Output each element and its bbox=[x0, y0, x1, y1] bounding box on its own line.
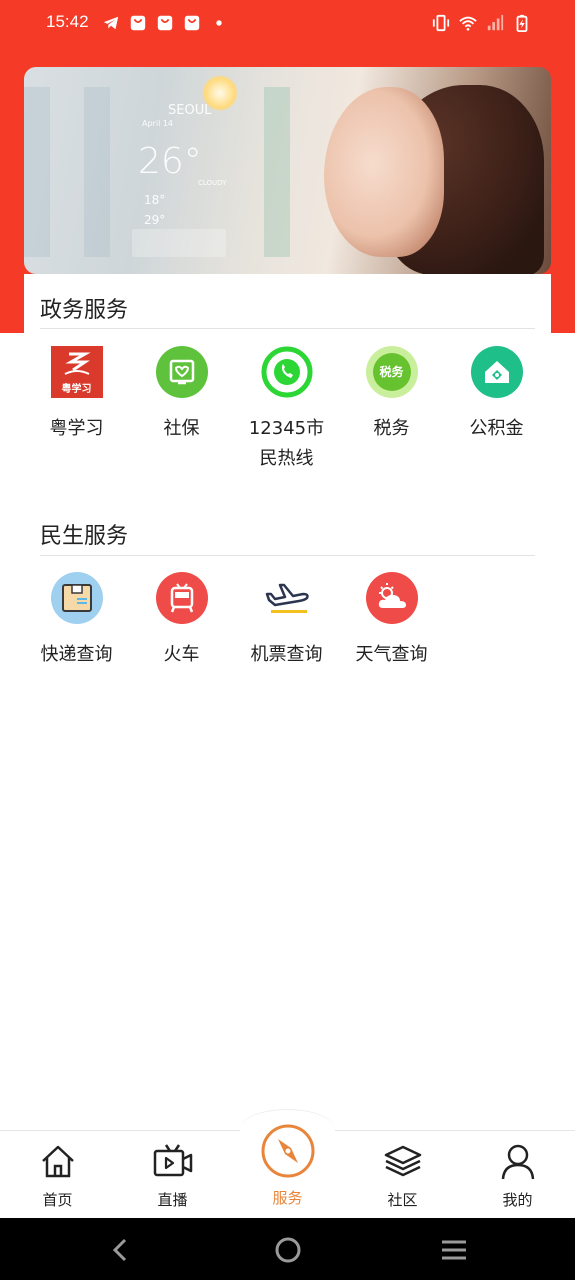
nav-live[interactable]: 直播 bbox=[115, 1131, 230, 1219]
life-services-section: 民生服务 快递查询 火车 机票查询 天气查询 bbox=[24, 508, 551, 678]
system-nav-bar bbox=[0, 1218, 575, 1280]
tax-icon-text: 税务 bbox=[379, 365, 404, 379]
service-hotline[interactable]: 12345市民热线 bbox=[234, 346, 339, 474]
section-title: 民生服务 bbox=[40, 524, 129, 549]
train-icon bbox=[155, 572, 208, 624]
home-icon bbox=[42, 1145, 74, 1178]
nav-label: 直播 bbox=[157, 1191, 188, 1209]
status-time: 15:42 bbox=[46, 12, 89, 31]
status-bar: 15:42 bbox=[0, 0, 575, 48]
nav-services[interactable]: 服务 bbox=[230, 1124, 345, 1219]
service-express[interactable]: 快递查询 bbox=[24, 572, 129, 670]
live-tv-icon bbox=[153, 1144, 193, 1177]
service-label: 12345市民热线 bbox=[248, 418, 325, 469]
battery-charging-icon bbox=[516, 14, 528, 32]
banner-face bbox=[324, 87, 444, 257]
back-icon[interactable] bbox=[106, 1236, 134, 1264]
bag-icon bbox=[157, 15, 173, 31]
nav-label: 我的 bbox=[502, 1191, 533, 1209]
section-title: 政务服务 bbox=[40, 298, 129, 323]
tax-icon: 税务 bbox=[365, 346, 418, 398]
weather-overlay: SEOUL April 14 26° CLOUDY 18° 29° bbox=[132, 97, 232, 257]
service-label: 天气查询 bbox=[355, 644, 428, 665]
yue-study-icon-text: 粤学习 bbox=[61, 384, 92, 395]
service-train[interactable]: 火车 bbox=[129, 572, 234, 670]
menu-icon[interactable] bbox=[440, 1236, 468, 1264]
wifi-icon bbox=[459, 16, 477, 31]
nav-label: 服务 bbox=[272, 1189, 303, 1207]
nav-home[interactable]: 首页 bbox=[0, 1131, 115, 1219]
service-label: 税务 bbox=[373, 418, 410, 439]
home-circle-icon[interactable] bbox=[274, 1236, 302, 1264]
vibrate-icon bbox=[432, 14, 450, 32]
service-label: 粤学习 bbox=[49, 418, 104, 439]
service-label: 火车 bbox=[163, 644, 200, 665]
layers-icon bbox=[384, 1145, 422, 1177]
service-social-security[interactable]: 社保 bbox=[129, 346, 234, 444]
express-box-icon bbox=[50, 572, 103, 624]
bag-icon bbox=[130, 15, 146, 31]
weather-low: 18° bbox=[144, 193, 166, 207]
service-label: 社保 bbox=[163, 418, 200, 439]
yue-study-icon: 粤学习 bbox=[50, 346, 103, 398]
weather-icon bbox=[365, 572, 418, 624]
service-weather[interactable]: 天气查询 bbox=[339, 572, 444, 670]
nav-label: 社区 bbox=[387, 1191, 418, 1209]
compass-icon bbox=[261, 1124, 315, 1178]
dot-icon bbox=[216, 20, 222, 26]
service-label: 机票查询 bbox=[250, 644, 323, 665]
service-housing-fund[interactable]: 公积金 bbox=[444, 346, 549, 444]
divider bbox=[40, 328, 535, 329]
nav-community[interactable]: 社区 bbox=[345, 1131, 460, 1219]
nav-mine[interactable]: 我的 bbox=[460, 1131, 575, 1219]
phone-icon bbox=[261, 346, 313, 398]
service-label: 快递查询 bbox=[40, 644, 113, 665]
service-tax[interactable]: 税务 税务 bbox=[339, 346, 444, 444]
weather-condition: CLOUDY bbox=[198, 179, 227, 187]
service-label: 公积金 bbox=[469, 418, 524, 439]
user-icon bbox=[501, 1144, 535, 1180]
service-yue-study[interactable]: 粤学习 粤学习 bbox=[24, 346, 129, 444]
social-security-icon bbox=[155, 346, 208, 398]
telegram-icon bbox=[103, 16, 119, 30]
weather-temp: 26° bbox=[138, 141, 202, 182]
bag-icon bbox=[184, 15, 200, 31]
housing-fund-icon bbox=[470, 346, 523, 398]
service-flight[interactable]: 机票查询 bbox=[234, 572, 339, 670]
divider bbox=[40, 555, 535, 556]
weather-date: April 14 bbox=[142, 119, 174, 128]
signal-icon bbox=[487, 14, 504, 31]
banner-image[interactable]: SEOUL April 14 26° CLOUDY 18° 29° bbox=[24, 67, 551, 274]
gov-services-section: 政务服务 粤学习 粤学习 社保 12345市民热线 税务 税务 公积金 bbox=[24, 274, 551, 494]
weather-high: 29° bbox=[144, 213, 166, 227]
bottom-nav: 首页 直播 服务 社区 我的 bbox=[0, 1109, 575, 1219]
weather-city: SEOUL bbox=[168, 103, 212, 118]
weather-forecast-strip bbox=[132, 229, 226, 257]
nav-label: 首页 bbox=[42, 1191, 73, 1209]
airplane-icon bbox=[261, 572, 313, 624]
